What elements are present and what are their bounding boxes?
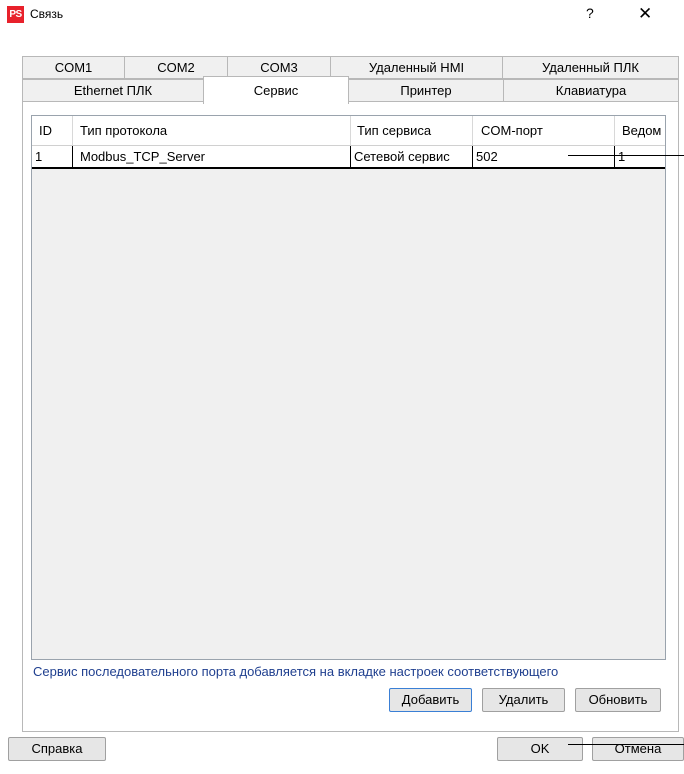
close-icon[interactable]: ✕ — [638, 4, 652, 24]
annotation-pointer-line — [568, 744, 684, 745]
column-header-slave[interactable]: Ведом — [622, 123, 661, 138]
tab-service[interactable]: Сервис — [203, 76, 349, 104]
cell-slave: 1 — [618, 149, 626, 164]
column-header-service-type[interactable]: Тип сервиса — [357, 123, 431, 138]
service-table[interactable]: ID Тип протокола Тип сервиса COM-порт Ве… — [31, 115, 666, 660]
tab-keyboard[interactable]: Клавиатура — [503, 79, 679, 102]
title-bar: PS Связь ? ✕ — [0, 0, 684, 30]
help-icon[interactable]: ? — [586, 5, 594, 21]
column-divider[interactable] — [350, 116, 351, 145]
add-button[interactable]: Добавить — [389, 688, 472, 712]
column-divider[interactable] — [72, 116, 73, 145]
cell-id: 1 — [35, 149, 43, 164]
cell-service-type: Сетевой сервис — [354, 149, 450, 164]
cancel-button[interactable]: Отмена — [592, 737, 684, 761]
column-divider[interactable] — [614, 116, 615, 145]
column-divider[interactable] — [472, 116, 473, 145]
cell-com-port: 502 — [476, 149, 498, 164]
app-logo-icon: PS — [7, 6, 24, 23]
column-header-com-port[interactable]: COM-порт — [481, 123, 543, 138]
row-divider — [350, 146, 351, 168]
tab-ethernet-plc[interactable]: Ethernet ПЛК — [22, 79, 204, 102]
row-divider — [72, 146, 73, 168]
row-divider — [472, 146, 473, 168]
service-hint-text: Сервис последовательного порта добавляет… — [33, 664, 559, 679]
window-title: Связь — [30, 7, 64, 21]
ok-button[interactable]: OK — [497, 737, 583, 761]
annotation-pointer-line — [568, 155, 684, 156]
column-header-id[interactable]: ID — [39, 123, 52, 138]
tab-com1[interactable]: COM1 — [22, 56, 125, 79]
tab-printer[interactable]: Принтер — [348, 79, 504, 102]
tab-remote-plc[interactable]: Удаленный ПЛК — [502, 56, 679, 79]
delete-button[interactable]: Удалить — [482, 688, 565, 712]
help-button[interactable]: Справка — [8, 737, 106, 761]
row-divider — [614, 146, 615, 168]
table-row[interactable]: 1 Modbus_TCP_Server Сетевой сервис 502 1 — [32, 145, 665, 169]
column-header-protocol-type[interactable]: Тип протокола — [80, 123, 167, 138]
tab-remote-hmi[interactable]: Удаленный HMI — [330, 56, 503, 79]
cell-protocol-type: Modbus_TCP_Server — [80, 149, 205, 164]
refresh-button[interactable]: Обновить — [575, 688, 661, 712]
table-header: ID Тип протокола Тип сервиса COM-порт Ве… — [32, 116, 665, 145]
